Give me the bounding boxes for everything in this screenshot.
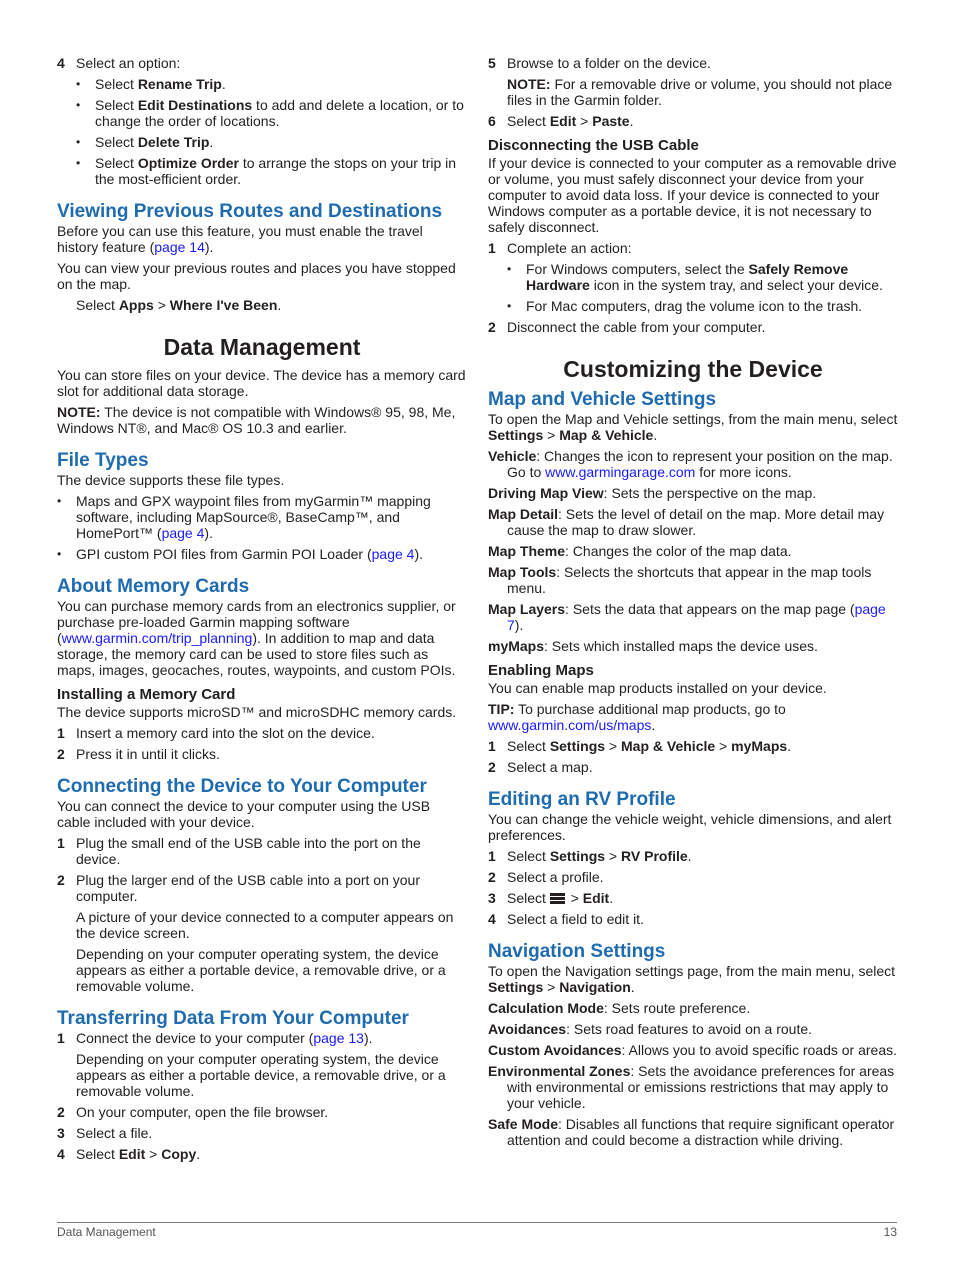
bullet-icon: • [57,494,62,508]
list-item: • For Mac computers, drag the volume icon… [507,298,863,314]
step-4: 4 Select an option: [57,55,467,71]
page-number: 13 [883,1225,897,1239]
step-2: 2 Select a profile. [488,869,604,885]
section-heading-map-vehicle: Map and Vehicle Settings [488,389,717,410]
chapter-heading-data-management: Data Management [163,334,361,360]
menu-icon [549,893,565,904]
subsection-heading-disconnecting: Disconnecting the USB Cable [488,137,699,154]
bullet-icon: • [57,547,62,561]
page-link[interactable]: page 4 [372,546,415,562]
list-item: • Select Delete Trip. [76,134,214,150]
instruction: Select Apps > Where I've Been. [76,297,282,313]
footer-divider [57,1222,897,1223]
step-3: 3 Select a file. [57,1125,153,1141]
section-heading-navigation-settings: Navigation Settings [488,941,666,962]
step-note: A picture of your device connected to a … [76,909,454,941]
bullet-icon: • [507,262,512,276]
bullet-icon: • [507,299,512,313]
subsection-heading-installing-card: Installing a Memory Card [57,686,236,703]
definition-item: Environmental Zones: Sets the avoidance … [488,1063,895,1111]
list-item: • Select Optimize Order to arrange the st… [76,155,457,187]
bullet-icon: • [76,98,81,112]
definition-item: Map Theme: Changes the color of the map … [488,543,792,559]
paragraph: You can enable map products installed on… [488,680,827,696]
step-4: 4 Select a field to edit it. [488,911,644,927]
definition-item: Vehicle: Changes the icon to represent y… [488,448,893,480]
footer-section-name: Data Management [57,1225,156,1239]
paragraph: To open the Navigation settings page, fr… [488,963,896,995]
step-note: Depending on your computer operating sys… [76,946,446,994]
definition-item: Map Tools: Selects the shortcuts that ap… [488,564,872,596]
paragraph: Before you can use this feature, you mus… [57,223,423,255]
step-1: 1 Select Settings > Map & Vehicle > myMap… [488,738,792,754]
section-heading-rv-profile: Editing an RV Profile [488,789,676,810]
step-2: 2 Plug the larger end of the USB cable in… [57,872,420,904]
section-heading-transferring: Transferring Data From Your Computer [57,1008,409,1029]
definition-item: Safe Mode: Disables all functions that r… [488,1116,895,1148]
paragraph: You can change the vehicle weight, vehic… [488,811,892,843]
definition-item: Driving Map View: Sets the perspective o… [488,485,817,501]
subsection-heading-enabling-maps: Enabling Maps [488,662,594,679]
step-2: 2 Select a map. [488,759,593,775]
chapter-heading-customizing: Customizing the Device [563,356,823,382]
step-text: Select an option: [76,55,181,71]
definition-item: Avoidances: Sets road features to avoid … [488,1021,813,1037]
left-column: 4 Select an option: • Select Rename Trip.… [57,55,467,1167]
step-4: 4 Select Edit > Copy. [57,1146,201,1162]
step-2: 2 On your computer, open the file browser… [57,1104,329,1120]
definition-item: Map Detail: Sets the level of detail on … [488,506,885,538]
list-item: • Select Edit Destinations to add and del… [76,97,464,129]
tip: TIP: To purchase additional map products… [488,701,786,733]
step-number: 4 [57,55,65,71]
url-link[interactable]: www.garmingarage.com [545,464,695,480]
paragraph: You can connect the device to your compu… [57,798,431,830]
definition-item: Calculation Mode: Sets route preference. [488,1000,751,1016]
page-link[interactable]: page 4 [162,525,205,541]
step-1: 1 Insert a memory card into the slot on t… [57,725,375,741]
paragraph: You can view your previous routes and pl… [57,260,456,292]
paragraph: The device supports microSD™ and microSD… [57,704,457,720]
paragraph: To open the Map and Vehicle settings, fr… [488,411,898,443]
paragraph: You can purchase memory cards from an el… [57,598,456,678]
definition-item: Map Layers: Sets the data that appears o… [488,601,886,633]
step-1: 1 Complete an action: [488,240,632,256]
paragraph: If your device is connected to your comp… [488,155,897,235]
list-item: • For Windows computers, select the Safel… [507,261,883,293]
step-1: 1 Connect the device to your computer (pa… [57,1030,373,1046]
list-item: • Select Rename Trip. [76,76,226,92]
bullet-icon: • [76,135,81,149]
section-heading-file-types: File Types [57,450,149,471]
right-column: 5 Browse to a folder on the device. NOTE:… [488,55,898,1153]
step-6: 6 Select Edit > Paste. [488,113,634,129]
list-item: • Maps and GPX waypoint files from myGarm… [57,493,431,541]
step-note: Depending on your computer operating sys… [76,1051,446,1099]
definition-item: Custom Avoidances: Allows you to avoid s… [488,1042,898,1058]
note: NOTE: For a removable drive or volume, y… [507,76,893,108]
section-heading-memory-cards: About Memory Cards [57,576,250,597]
page-link[interactable]: page 13 [313,1030,364,1046]
url-link[interactable]: www.garmin.com/us/maps [488,717,651,733]
definition-item: myMaps: Sets which installed maps the de… [488,638,818,654]
list-item: • GPI custom POI files from Garmin POI Lo… [57,546,424,562]
bullet-icon: • [76,77,81,91]
paragraph: The device supports these file types. [57,472,285,488]
step-3: 3 Select > Edit. [488,890,614,906]
paragraph: You can store files on your device. The … [57,367,466,399]
bullet-icon: • [76,156,81,170]
step-1: 1 Plug the small end of the USB cable int… [57,835,421,867]
section-heading-connecting: Connecting the Device to Your Computer [57,776,427,797]
section-heading-viewing-routes: Viewing Previous Routes and Destinations [57,201,443,222]
step-2: 2 Disconnect the cable from your computer… [488,319,766,335]
url-link[interactable]: www.garmin.com/trip_planning [62,630,253,646]
page-link[interactable]: page 14 [154,239,205,255]
step-5: 5 Browse to a folder on the device. [488,55,711,71]
note: NOTE: The device is not compatible with … [57,404,456,436]
step-2: 2 Press it in until it clicks. [57,746,220,762]
step-1: 1 Select Settings > RV Profile. [488,848,692,864]
